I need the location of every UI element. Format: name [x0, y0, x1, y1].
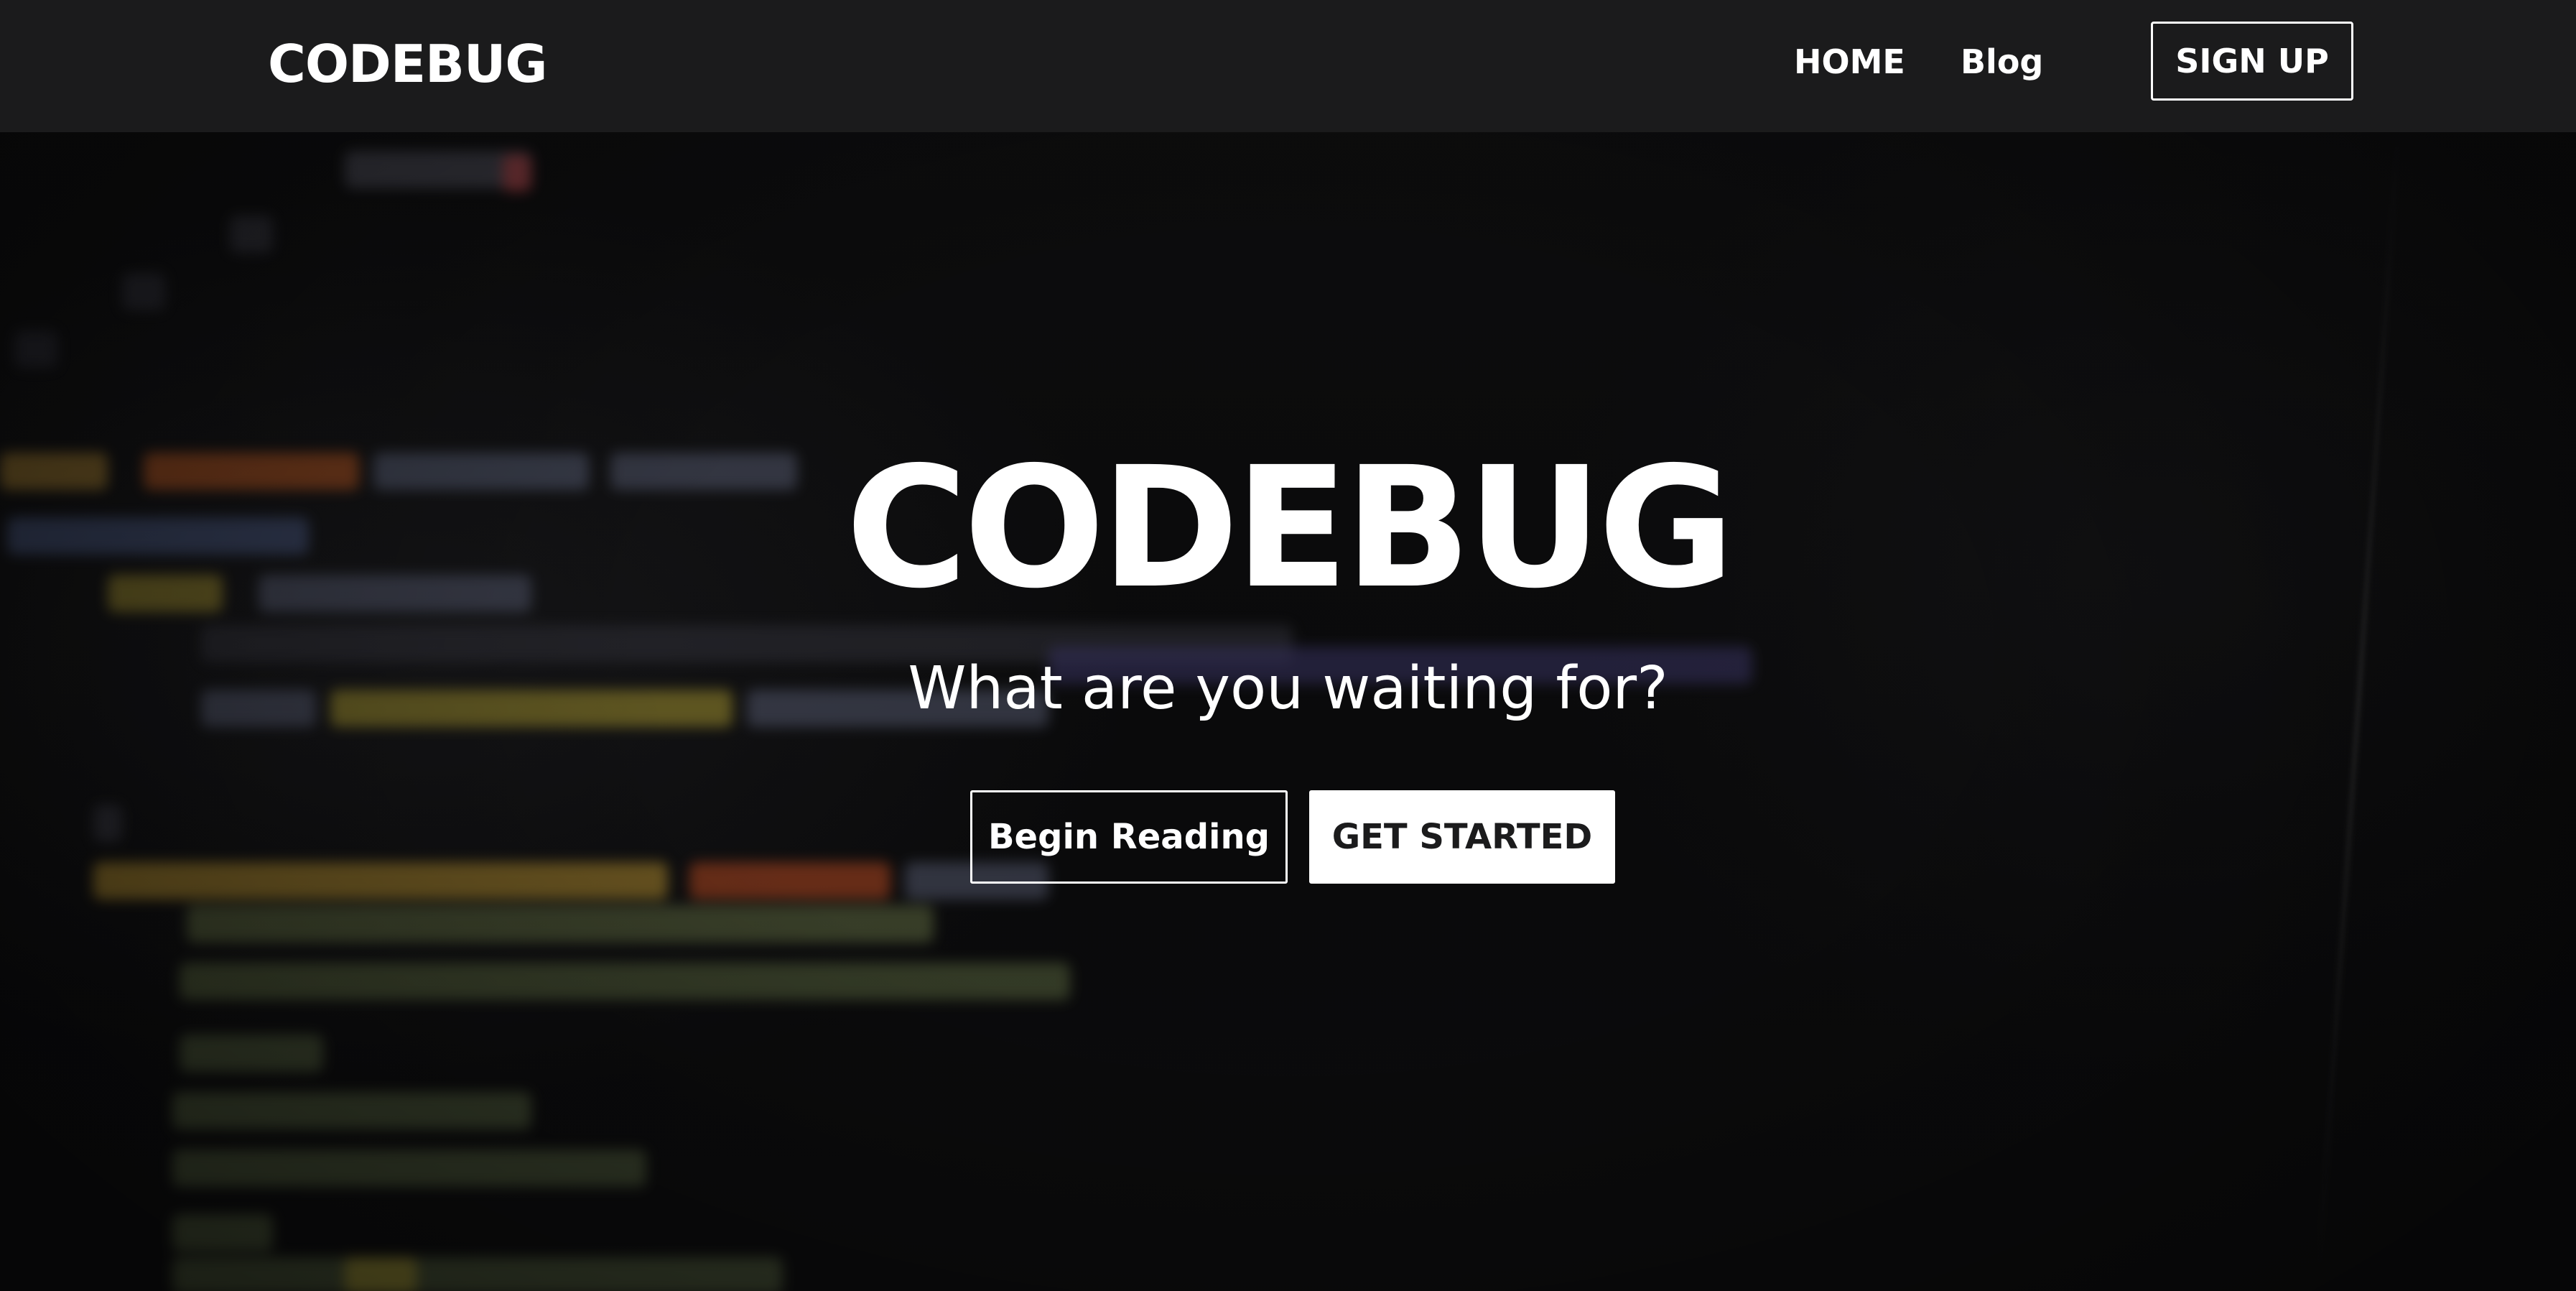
hero-subtitle: What are you waiting for? [908, 654, 1668, 723]
hero-background-image [0, 0, 2576, 1291]
begin-reading-button[interactable]: Begin Reading [970, 790, 1288, 884]
landing-page: CODEBUG HOME Blog SIGN UP CODEBUG What a… [0, 0, 2576, 1291]
top-navbar: CODEBUG HOME Blog SIGN UP [0, 0, 2576, 132]
signup-button[interactable]: SIGN UP [2151, 22, 2353, 101]
nav-link-home[interactable]: HOME [1794, 40, 1905, 83]
get-started-button[interactable]: GET STARTED [1309, 790, 1615, 884]
brand-logo[interactable]: CODEBUG [268, 32, 547, 96]
nav-link-blog[interactable]: Blog [1961, 40, 2043, 83]
hero-title: CODEBUG [845, 431, 1734, 625]
